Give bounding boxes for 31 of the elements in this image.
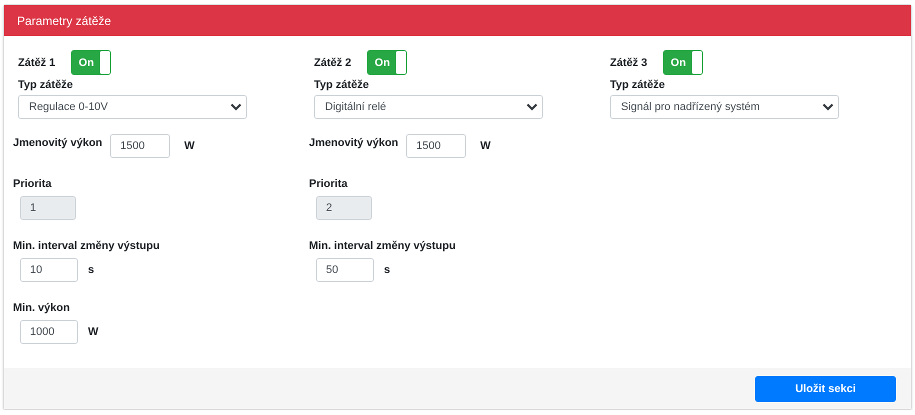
input-field[interactable]: 1500 [110,134,170,158]
unit-label: W [88,326,98,338]
field-label: Min. výkon [13,302,71,314]
card-title: Parametry zátěže [17,14,112,28]
select-field[interactable]: Digitální relé [314,95,543,119]
save-button[interactable]: Uložit sekci [755,376,896,402]
chevron-down-icon [526,103,538,111]
field-label: Jmenovitý výkon [13,137,102,149]
load-label: Zátěž 1 [18,56,56,68]
input-field[interactable]: 50 [316,258,374,282]
field-label: Typ zátěže [314,79,370,91]
load-label: Zátěž 2 [314,56,352,68]
field-label: Typ zátěže [610,79,666,91]
field-label: Priorita [309,178,349,190]
unit-label: s [384,264,390,276]
unit-label: W [184,140,195,152]
field-label: Jmenovitý výkon [309,137,398,149]
select-field[interactable]: Signál pro nadřízený systém [610,95,839,119]
unit-label: s [88,264,94,276]
field-label: Priorita [13,178,53,190]
chevron-down-icon [230,103,242,111]
load-label: Zátěž 3 [610,56,648,68]
field-label: Min. interval změny výstupu [13,240,161,252]
input-field[interactable]: 1000 [20,320,78,344]
field-label: Typ zátěže [18,79,74,91]
input-field[interactable]: 1500 [406,134,466,158]
field-label: Min. interval změny výstupu [309,240,457,252]
input-field[interactable]: 10 [20,258,78,282]
chevron-down-icon [822,103,834,111]
select-field[interactable]: Regulace 0-10V [18,95,247,119]
unit-label: W [480,140,491,152]
